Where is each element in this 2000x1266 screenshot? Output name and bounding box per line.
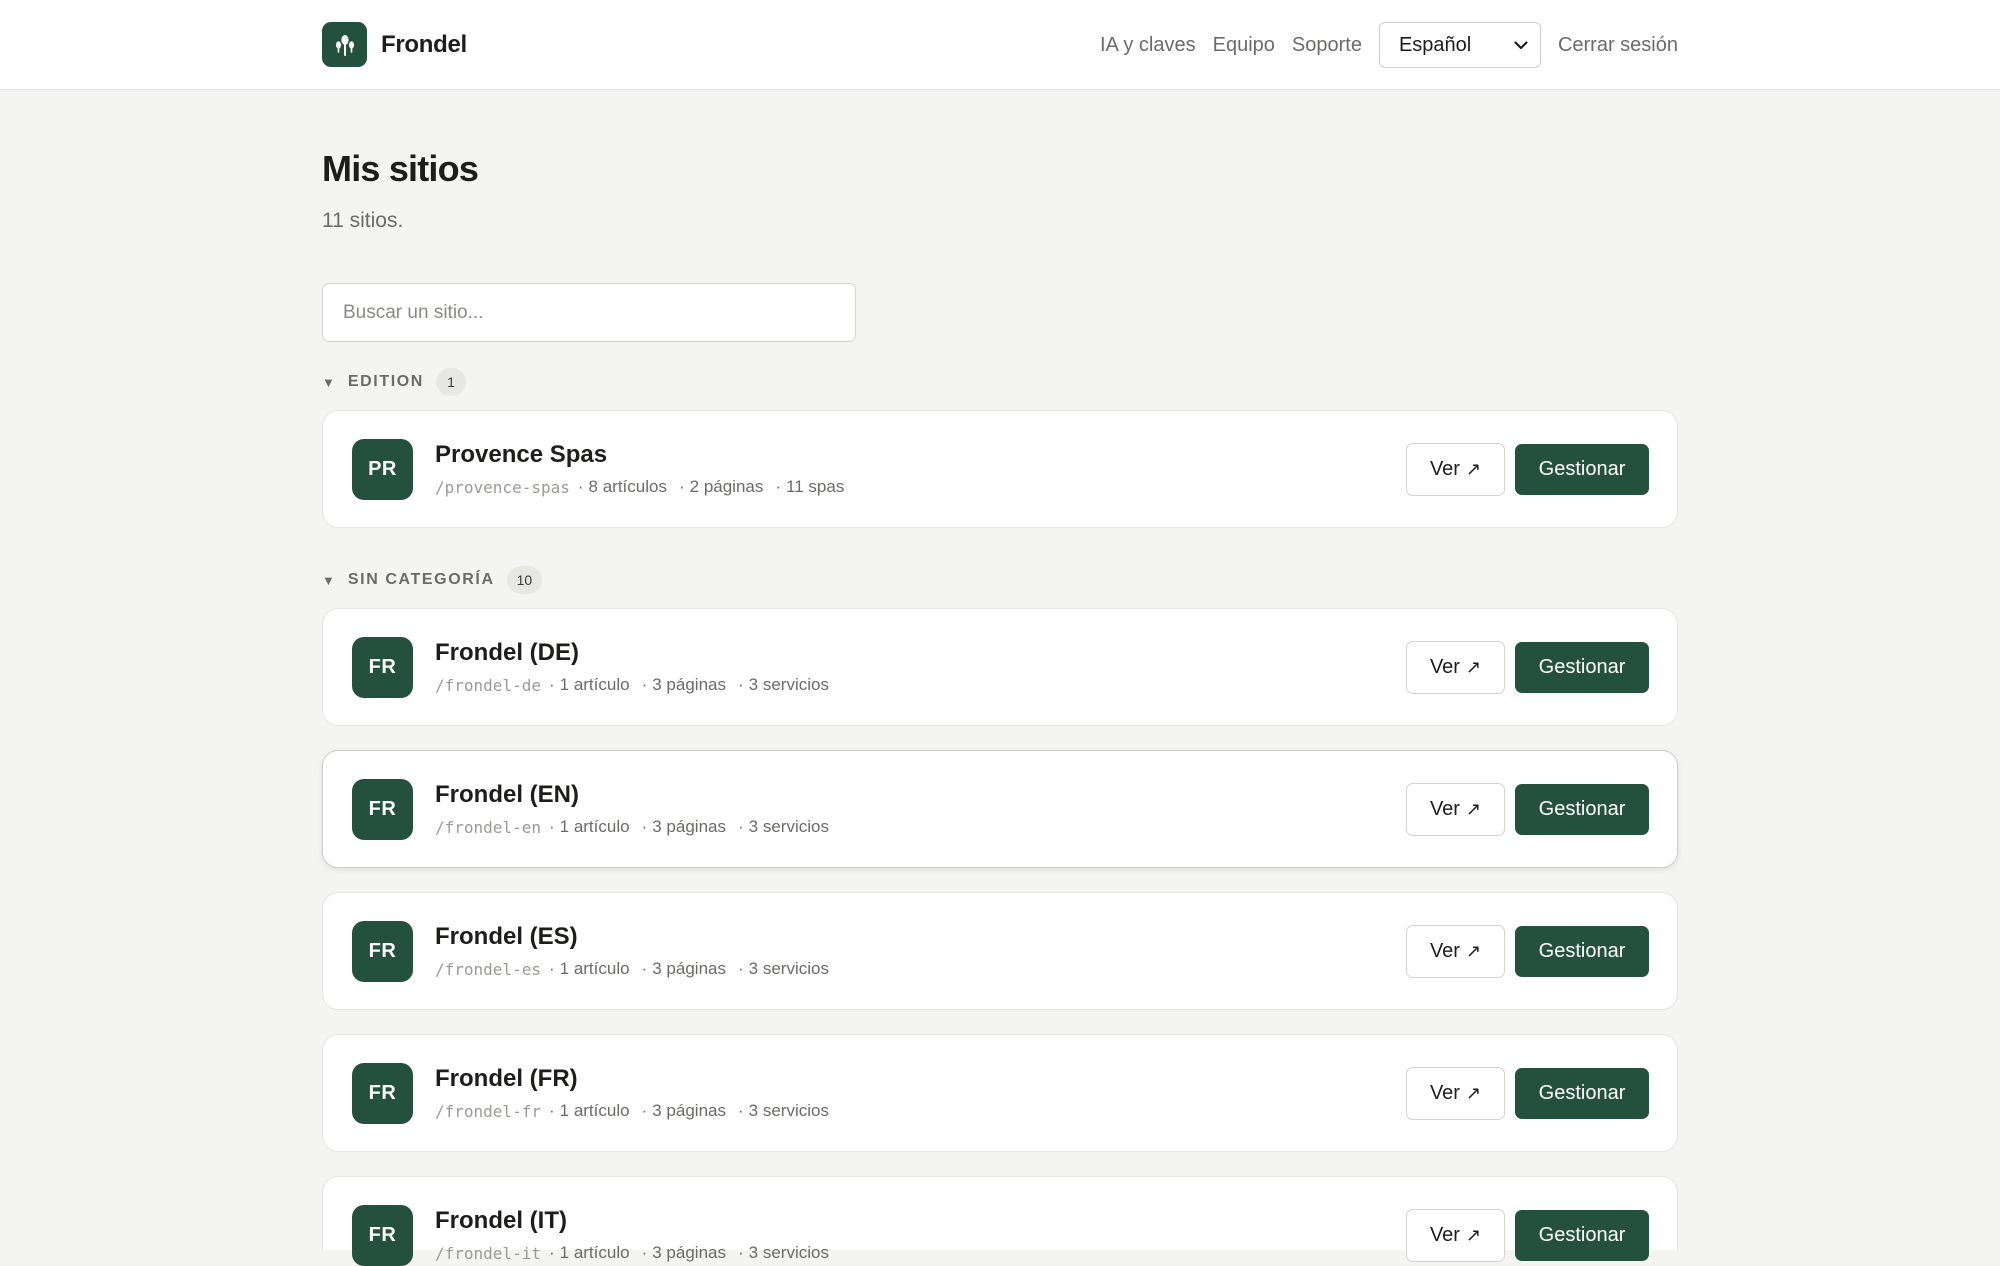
site-avatar: FR	[352, 1063, 413, 1124]
group-label: SIN CATEGORÍA	[347, 571, 495, 588]
view-site-button[interactable]: Ver ↗	[1406, 641, 1505, 694]
site-articles: 1 artículo	[549, 675, 630, 695]
site-slug: /frondel-it	[435, 1243, 541, 1263]
brand[interactable]: Frondel	[322, 22, 467, 67]
brand-name: Frondel	[381, 30, 467, 58]
view-site-button[interactable]: Ver ↗	[1406, 925, 1505, 978]
caret-down-icon: ▼	[322, 572, 335, 588]
manage-site-button[interactable]: Gestionar	[1515, 1210, 1649, 1261]
top-bar: Frondel IA y claves Equipo Soporte Españ…	[0, 0, 2000, 90]
external-link-icon: ↗	[1465, 1083, 1482, 1103]
site-meta: /frondel-it 1 artículo 3 páginas 3 servi…	[435, 1243, 829, 1263]
language-select-value: Español	[1398, 33, 1472, 56]
site-name: Frondel (IT)	[435, 1207, 567, 1234]
nav-link-support[interactable]: Soporte	[1292, 34, 1362, 57]
group-toggle-uncategorized[interactable]: ▼ SIN CATEGORÍA 10	[322, 566, 543, 594]
chevron-down-icon	[1514, 40, 1528, 49]
logout-link[interactable]: Cerrar sesión	[1558, 34, 1678, 57]
site-card-frondel-es: FR Frondel (ES) /frondel-es 1 artículo 3…	[322, 892, 1678, 1010]
caret-down-icon: ▼	[322, 374, 335, 390]
site-count: 11 sitios.	[322, 209, 404, 232]
site-meta: /frondel-fr 1 artículo 3 páginas 3 servi…	[435, 1101, 829, 1121]
site-card-frondel-it: FR Frondel (IT) /frondel-it 1 artículo 3…	[322, 1176, 1678, 1266]
view-label: Ver	[1429, 1224, 1460, 1246]
external-link-icon: ↗	[1465, 941, 1482, 961]
page-title: Mis sitios	[322, 148, 479, 189]
site-meta: /frondel-en 1 artículo 3 páginas 3 servi…	[435, 817, 829, 837]
site-articles: 1 artículo	[549, 1101, 630, 1121]
view-label: Ver	[1429, 940, 1460, 962]
external-link-icon: ↗	[1465, 799, 1482, 819]
site-avatar: FR	[352, 637, 413, 698]
site-avatar: FR	[352, 921, 413, 982]
site-pages: 3 páginas	[642, 959, 726, 979]
site-slug: /frondel-fr	[435, 1101, 541, 1121]
logo-icon	[322, 22, 367, 67]
site-meta: /frondel-de 1 artículo 3 páginas 3 servi…	[435, 675, 829, 695]
group-count-badge: 10	[506, 566, 543, 594]
site-card-frondel-en: FR Frondel (EN) /frondel-en 1 artículo 3…	[322, 750, 1678, 868]
main-nav: IA y claves Equipo Soporte Español Cerra…	[1100, 22, 1678, 68]
nav-link-ia-keys[interactable]: IA y claves	[1100, 34, 1196, 57]
site-articles: 1 artículo	[549, 959, 630, 979]
site-card-provence-spas: PR Provence Spas /provence-spas 8 artícu…	[322, 410, 1678, 528]
manage-site-button[interactable]: Gestionar	[1515, 642, 1649, 693]
site-name: Frondel (DE)	[435, 639, 579, 666]
language-select[interactable]: Español	[1378, 22, 1541, 68]
site-articles: 1 artículo	[549, 817, 630, 837]
site-avatar: FR	[352, 1205, 413, 1266]
site-services: 3 servicios	[738, 1101, 829, 1121]
view-label: Ver	[1429, 656, 1460, 678]
site-pages: 3 páginas	[642, 1101, 726, 1121]
site-items: 11 spas	[775, 477, 844, 497]
search-input[interactable]	[322, 283, 856, 342]
site-articles: 8 artículos	[578, 477, 667, 497]
site-slug: /frondel-en	[435, 817, 541, 837]
site-name: Frondel (ES)	[435, 923, 578, 950]
external-link-icon: ↗	[1465, 1225, 1482, 1245]
site-pages: 3 páginas	[642, 1243, 726, 1263]
site-services: 3 servicios	[738, 817, 829, 837]
site-pages: 3 páginas	[642, 675, 726, 695]
view-label: Ver	[1429, 1082, 1460, 1104]
site-name: Provence Spas	[435, 441, 608, 468]
site-avatar: FR	[352, 779, 413, 840]
site-pages: 2 páginas	[679, 477, 764, 497]
site-meta: /provence-spas 8 artículos 2 páginas 11 …	[435, 477, 844, 497]
view-site-button[interactable]: Ver ↗	[1406, 783, 1505, 836]
site-name: Frondel (FR)	[435, 1065, 578, 1092]
manage-site-button[interactable]: Gestionar	[1515, 1068, 1649, 1119]
manage-site-button[interactable]: Gestionar	[1515, 444, 1649, 495]
site-articles: 1 artículo	[549, 1243, 630, 1263]
view-label: Ver	[1429, 458, 1460, 480]
view-label: Ver	[1429, 798, 1460, 820]
manage-site-button[interactable]: Gestionar	[1515, 784, 1649, 835]
external-link-icon: ↗	[1465, 459, 1482, 479]
site-slug: /frondel-es	[435, 959, 541, 979]
site-card-frondel-fr: FR Frondel (FR) /frondel-fr 1 artículo 3…	[322, 1034, 1678, 1152]
view-site-button[interactable]: Ver ↗	[1406, 1067, 1505, 1120]
nav-link-team[interactable]: Equipo	[1213, 34, 1275, 57]
site-name: Frondel (EN)	[435, 781, 579, 808]
site-slug: /frondel-de	[435, 675, 541, 695]
group-toggle-edition[interactable]: ▼ EDITION 1	[322, 368, 466, 396]
group-count-badge: 1	[435, 368, 466, 396]
site-avatar: PR	[352, 439, 413, 500]
site-slug: /provence-spas	[435, 477, 570, 497]
external-link-icon: ↗	[1465, 657, 1482, 677]
view-site-button[interactable]: Ver ↗	[1406, 1209, 1505, 1262]
site-services: 3 servicios	[738, 1243, 829, 1263]
site-meta: /frondel-es 1 artículo 3 páginas 3 servi…	[435, 959, 829, 979]
view-site-button[interactable]: Ver ↗	[1406, 443, 1505, 496]
site-card-frondel-de: FR Frondel (DE) /frondel-de 1 artículo 3…	[322, 608, 1678, 726]
site-services: 3 servicios	[738, 675, 829, 695]
site-pages: 3 páginas	[642, 817, 726, 837]
site-services: 3 servicios	[738, 959, 829, 979]
manage-site-button[interactable]: Gestionar	[1515, 926, 1649, 977]
group-label: EDITION	[347, 373, 424, 390]
